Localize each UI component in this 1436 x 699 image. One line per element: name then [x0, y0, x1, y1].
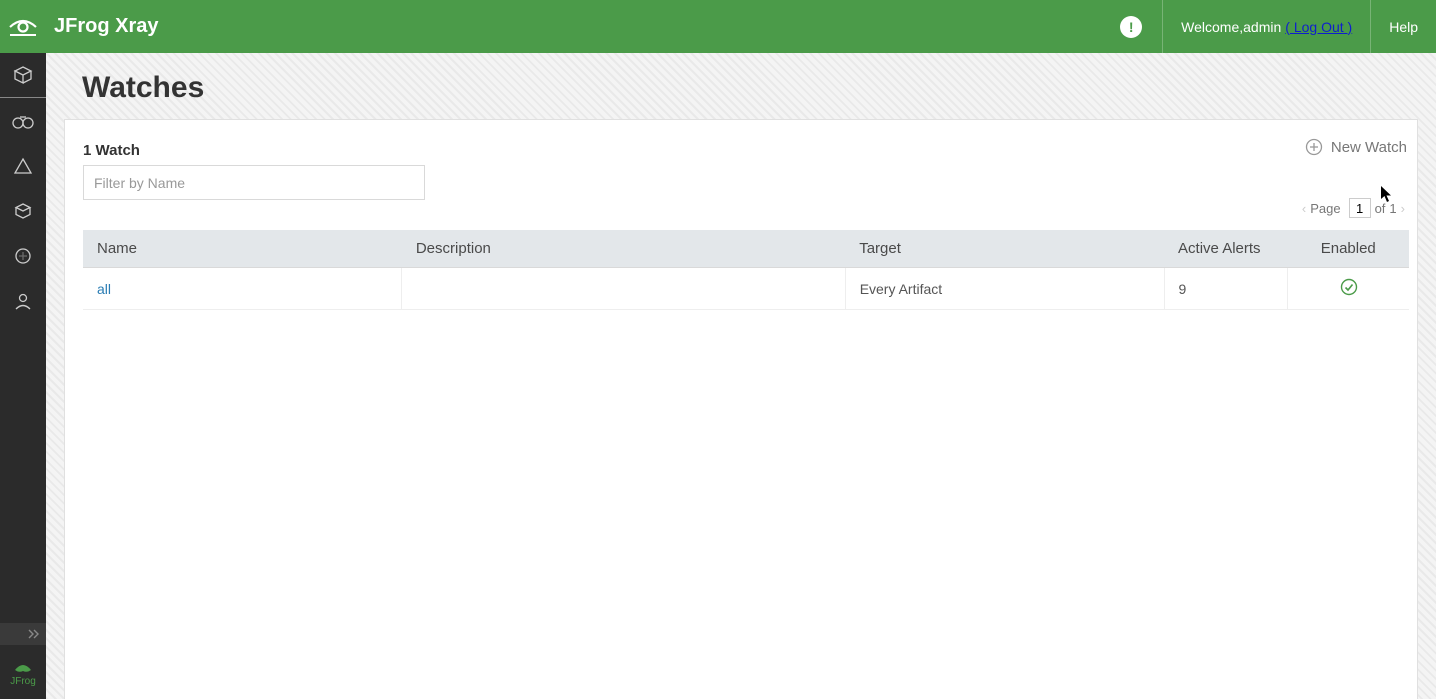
page-title: Watches	[46, 53, 1436, 119]
eye-logo-icon	[8, 15, 38, 39]
page-next-button[interactable]: ›	[1397, 201, 1409, 216]
help-link[interactable]: Help	[1370, 0, 1436, 53]
new-watch-button[interactable]: New Watch	[1305, 138, 1409, 156]
binoculars-icon	[12, 112, 34, 130]
sidebar-footer-logo: JFrog	[0, 645, 46, 699]
page-current-input[interactable]	[1349, 198, 1371, 218]
chevron-right-double-icon	[28, 629, 40, 639]
nav-item-admin[interactable]	[0, 278, 46, 323]
pagination: ‹ Page of 1 ›	[1298, 198, 1409, 218]
logout-link[interactable]: ( Log Out )	[1285, 19, 1352, 35]
welcome-area: Welcome, admin ( Log Out )	[1162, 0, 1370, 53]
plus-circle-icon	[1305, 138, 1323, 156]
brand-logo	[0, 15, 46, 39]
watch-count-label: 1 Watch	[83, 142, 425, 159]
col-header-enabled[interactable]: Enabled	[1288, 230, 1409, 268]
main-content: Watches 1 Watch New Watch ‹	[46, 53, 1436, 699]
cell-description	[402, 268, 845, 310]
frog-icon	[12, 658, 34, 674]
cube-icon	[13, 65, 33, 85]
nav-item-watches[interactable]	[0, 98, 46, 143]
topbar: JFrog Xray ! Welcome, admin ( Log Out ) …	[0, 0, 1436, 53]
watches-panel: 1 Watch New Watch ‹ Page of 1	[64, 119, 1418, 699]
sidebar-expand-button[interactable]	[0, 623, 46, 645]
col-header-active-alerts[interactable]: Active Alerts	[1164, 230, 1287, 268]
box-icon	[13, 201, 33, 221]
footer-label: JFrog	[10, 676, 36, 687]
nav-item-alerts[interactable]	[0, 143, 46, 188]
nav-item-home[interactable]	[0, 53, 46, 98]
cell-target: Every Artifact	[845, 268, 1164, 310]
warning-icon	[13, 156, 33, 176]
page-of-label: of	[1375, 201, 1386, 216]
username: admin	[1243, 19, 1281, 35]
filter-by-name-input[interactable]	[83, 165, 425, 200]
watches-table: Name Description Target Active Alerts En…	[83, 230, 1409, 310]
hand-icon	[13, 246, 33, 266]
notification-badge[interactable]: !	[1120, 16, 1142, 38]
new-watch-label: New Watch	[1331, 139, 1407, 156]
welcome-prefix: Welcome,	[1181, 19, 1243, 35]
user-icon	[13, 291, 33, 311]
col-header-description[interactable]: Description	[402, 230, 845, 268]
page-prev-button[interactable]: ‹	[1298, 201, 1310, 216]
nav-item-reports[interactable]	[0, 233, 46, 278]
page-total: 1	[1389, 201, 1396, 216]
nav-item-components[interactable]	[0, 188, 46, 233]
col-header-name[interactable]: Name	[83, 230, 402, 268]
brand-title: JFrog Xray	[46, 15, 158, 38]
cell-enabled	[1288, 268, 1409, 310]
watch-name-link[interactable]: all	[97, 281, 111, 297]
col-header-target[interactable]: Target	[845, 230, 1164, 268]
check-circle-icon	[1340, 278, 1358, 296]
page-label: Page	[1310, 201, 1340, 216]
sidebar: JFrog	[0, 53, 46, 699]
cell-active-alerts: 9	[1164, 268, 1287, 310]
table-header-row: Name Description Target Active Alerts En…	[83, 230, 1409, 268]
table-row[interactable]: all Every Artifact 9	[83, 268, 1409, 310]
